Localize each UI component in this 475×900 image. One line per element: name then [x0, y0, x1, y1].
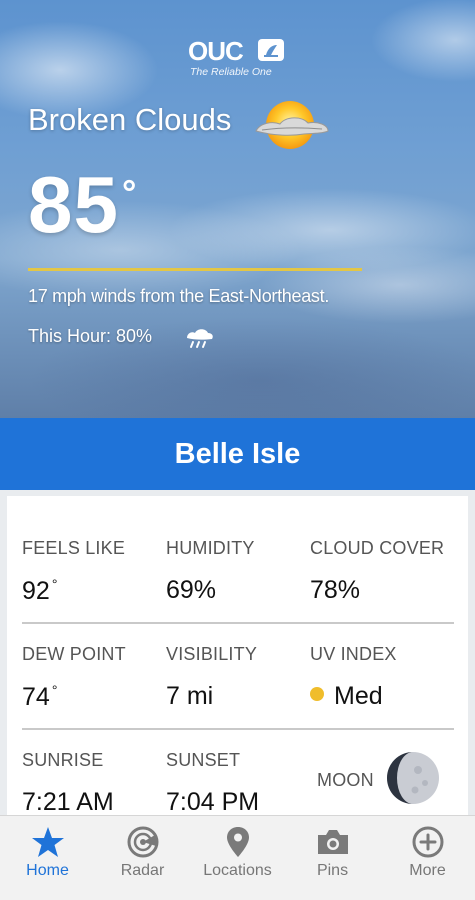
visibility-label: VISIBILITY	[166, 644, 258, 664]
precip-this-hour: This Hour: 80%	[28, 326, 153, 346]
nav-pins-label: Pins	[316, 862, 349, 879]
weather-details-card: FEELS LIKE 92 ° HUMIDITY 69% CLOUD COVER …	[7, 496, 468, 826]
logo-text: OUC	[188, 36, 244, 66]
weather-hero: OUC The Reliable One Broken Clouds 85 °	[0, 0, 475, 418]
logo-mark-icon	[258, 39, 284, 61]
sunset-label: SUNSET	[166, 750, 241, 770]
uv-index-text: Med	[334, 682, 383, 710]
uv-level-dot-icon	[310, 687, 324, 701]
cloud-cover-value: 78%	[310, 576, 361, 604]
nav-radar-label: Radar	[120, 862, 165, 879]
details-row: DEW POINT 74 ° VISIBILITY 7 mi UV INDEX M…	[7, 602, 468, 711]
sun-behind-cloud-icon	[252, 97, 330, 157]
uv-index-value: Med	[310, 682, 383, 711]
location-pin-icon	[220, 826, 256, 858]
cloud-cover-cell: CLOUD COVER 78%	[310, 496, 450, 604]
feels-like-cell: FEELS LIKE 92 °	[22, 496, 162, 605]
location-name: Belle Isle	[174, 437, 301, 470]
nav-pins[interactable]: Pins	[285, 816, 380, 900]
star-icon	[30, 826, 66, 858]
sunrise-cell: SUNRISE 7:21 AM	[22, 708, 162, 816]
moon-label: MOON	[317, 770, 374, 790]
sunrise-value: 7:21 AM	[22, 788, 114, 816]
nav-more-label: More	[409, 862, 446, 879]
ouc-logo: OUC The Reliable One	[188, 36, 288, 82]
camera-icon	[315, 826, 351, 858]
logo-tagline: The Reliable One	[190, 66, 272, 78]
current-temperature: 85	[28, 160, 119, 249]
nav-radar[interactable]: Radar	[95, 816, 190, 900]
weather-condition: Broken Clouds	[28, 102, 232, 137]
moon-phase-icon	[385, 750, 441, 806]
humidity-value: 69%	[166, 576, 217, 604]
feels-like-label: FEELS LIKE	[22, 538, 126, 558]
uv-index-cell: UV INDEX Med	[310, 602, 450, 711]
degree-symbol: °	[51, 682, 58, 698]
humidity-cell: HUMIDITY 69%	[166, 496, 306, 604]
rain-cloud-icon	[184, 325, 214, 351]
temperature-degree: °	[122, 172, 137, 213]
humidity-label: HUMIDITY	[166, 538, 255, 558]
location-bar[interactable]: Belle Isle	[0, 418, 475, 490]
sunrise-label: SUNRISE	[22, 750, 104, 770]
dew-point-label: DEW POINT	[22, 644, 126, 664]
nav-more[interactable]: More	[380, 816, 475, 900]
visibility-value: 7 mi	[166, 682, 214, 710]
details-row: FEELS LIKE 92 ° HUMIDITY 69% CLOUD COVER …	[7, 496, 468, 605]
plus-circle-icon	[410, 826, 446, 858]
dew-point-number: 74	[22, 683, 50, 711]
wind-description: 17 mph winds from the East-Northeast.	[28, 286, 330, 306]
bottom-navigation: Home Radar Locations Pins More	[0, 815, 475, 900]
nav-locations[interactable]: Locations	[190, 816, 285, 900]
uv-index-label: UV INDEX	[310, 644, 397, 664]
feels-like-number: 92	[22, 577, 50, 605]
radar-icon	[125, 826, 161, 858]
cloud-cover-label: CLOUD COVER	[310, 538, 445, 558]
temperature-underline	[28, 268, 362, 271]
nav-locations-label: Locations	[203, 862, 272, 879]
sunset-value: 7:04 PM	[166, 788, 260, 816]
sunset-cell: SUNSET 7:04 PM	[166, 708, 306, 816]
degree-symbol: °	[51, 576, 58, 592]
dew-point-cell: DEW POINT 74 °	[22, 602, 162, 711]
nav-home[interactable]: Home	[0, 816, 95, 900]
visibility-cell: VISIBILITY 7 mi	[166, 602, 306, 710]
nav-home-label: Home	[26, 862, 69, 879]
